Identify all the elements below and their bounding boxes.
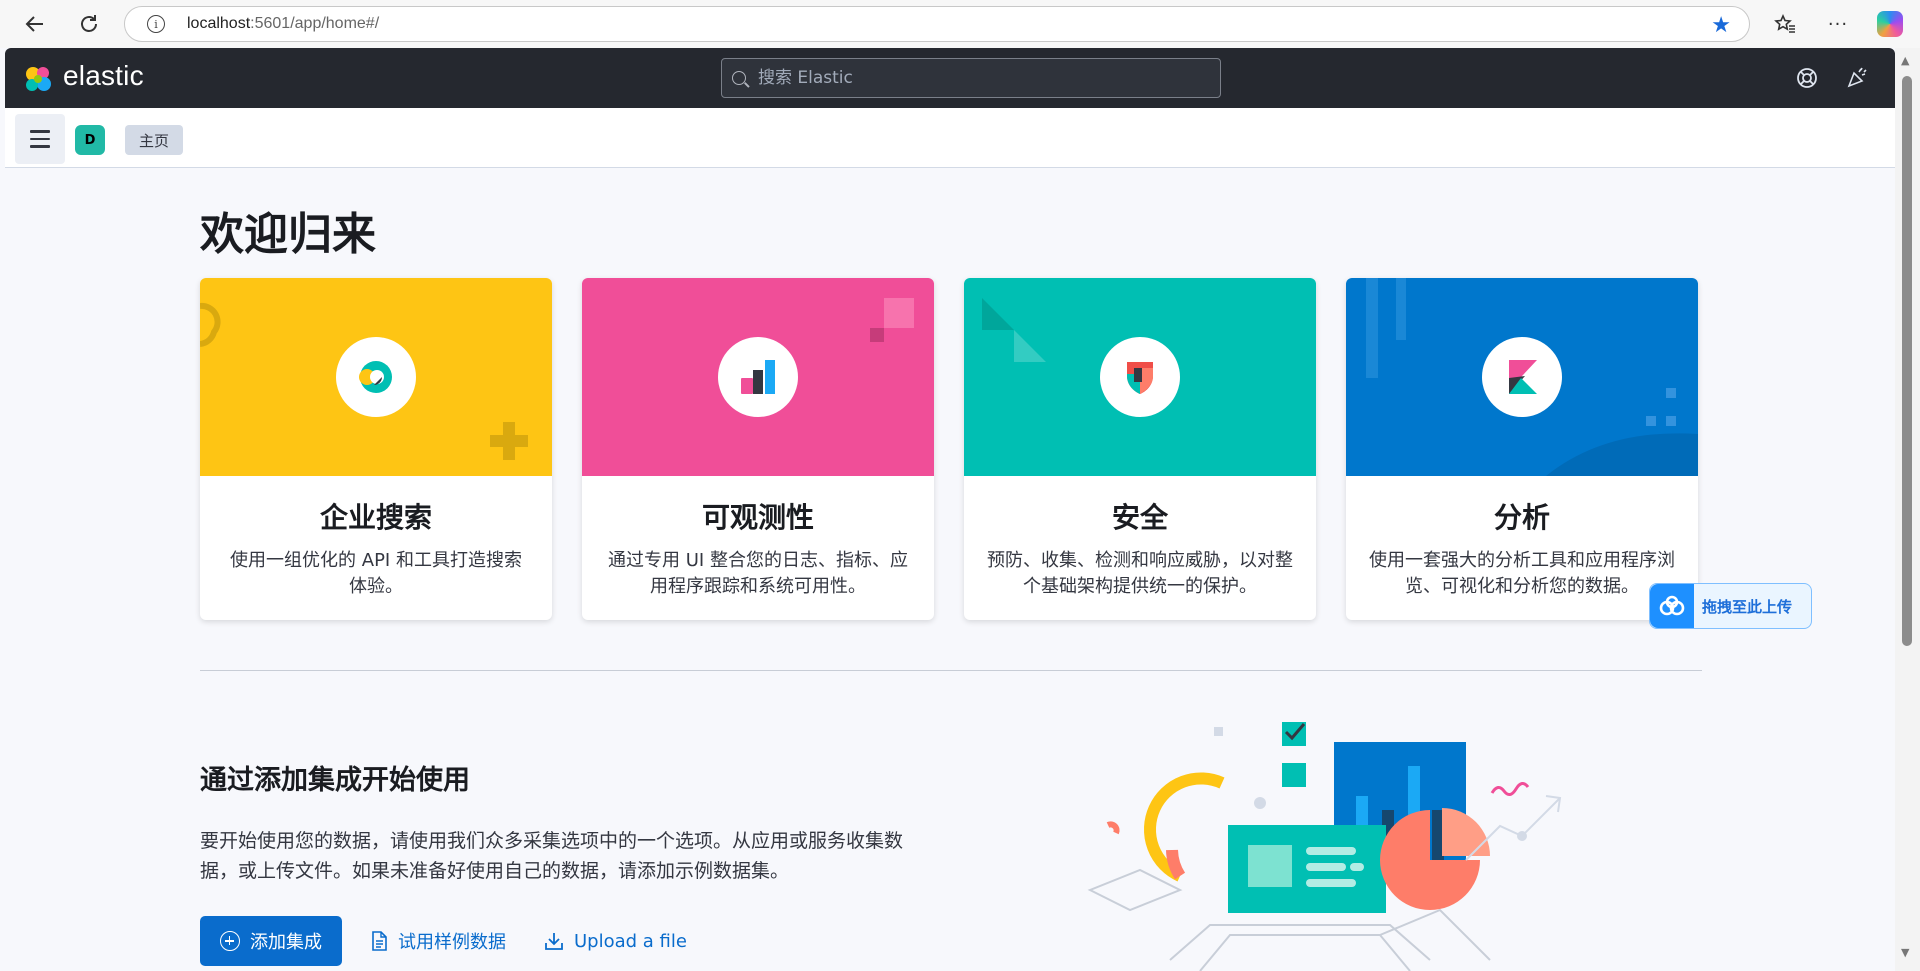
favorite-star-icon[interactable]: ★ (1711, 13, 1731, 38)
elastic-logo-icon[interactable] (23, 64, 53, 94)
solution-card-enterprise-search[interactable]: 企业搜索 使用一组优化的 API 和工具打造搜索体验。 (200, 278, 552, 620)
integrations-illustration (1087, 722, 1562, 971)
section-divider (200, 670, 1702, 671)
try-sample-data-label: 试用样例数据 (398, 932, 506, 953)
solution-card-analytics[interactable]: 分析 使用一套强大的分析工具和应用程序浏览、可视化和分析您的数据。 (1346, 278, 1698, 620)
card-description: 通过专用 UI 整合您的日志、指标、应用程序跟踪和系统可用性。 (608, 550, 908, 597)
card-title: 安全 (1111, 501, 1168, 534)
upload-widget-label: 拖拽至此上传 (1702, 597, 1793, 616)
help-lifebuoy-icon (1797, 68, 1817, 88)
import-icon (545, 933, 563, 950)
cheer-icon (1847, 67, 1867, 88)
add-integrations-label: 添加集成 (250, 932, 322, 953)
integrations-description: 要开始使用您的数据，请使用我们众多采集选项中的一个选项。从应用或服务收集数据，或… (200, 830, 904, 882)
card-description: 使用一组优化的 API 和工具打造搜索体验。 (230, 550, 522, 597)
add-integrations-button[interactable]: 添加集成 (200, 916, 342, 966)
page-title: 欢迎归来 (200, 209, 376, 260)
favorites-list-icon (1774, 14, 1795, 33)
hamburger-line (30, 130, 50, 133)
browser-toolbar: i localhost:5601/app/home#/ ★ ··· (0, 0, 1920, 48)
plus-circle-icon (220, 931, 240, 951)
reload-icon (81, 15, 97, 32)
card-title: 企业搜索 (319, 501, 432, 534)
favorites-button[interactable] (1767, 6, 1803, 42)
url-text: localhost:5601/app/home#/ (187, 15, 379, 33)
breadcrumb-home[interactable]: 主页 (125, 125, 184, 155)
address-bar[interactable]: i localhost:5601/app/home#/ ★ (124, 6, 1750, 42)
security-logo-icon (1127, 362, 1153, 394)
search-input[interactable] (758, 68, 1198, 88)
card-banner (582, 278, 934, 476)
more-menu-button[interactable]: ··· (1820, 6, 1856, 42)
kibana-header: elastic (5, 48, 1895, 108)
upload-drop-widget[interactable]: 拖拽至此上传 (1649, 583, 1812, 629)
card-banner (1346, 278, 1698, 476)
url-host: localhost (187, 15, 251, 32)
hamburger-line (30, 137, 50, 141)
integrations-title: 通过添加集成开始使用 (200, 765, 470, 796)
card-banner (200, 278, 552, 476)
space-avatar[interactable]: D (75, 125, 105, 155)
card-description: 使用一套强大的分析工具和应用程序浏览、可视化和分析您的数据。 (1369, 550, 1675, 597)
copilot-icon (1877, 11, 1903, 37)
solution-card-observability[interactable]: 可观测性 通过专用 UI 整合您的日志、指标、应用程序跟踪和系统可用性。 (582, 278, 934, 620)
try-sample-data-link[interactable]: 试用样例数据 (370, 928, 506, 954)
scroll-down-arrow-icon[interactable]: ▼ (1901, 946, 1909, 959)
help-button[interactable] (1793, 64, 1821, 92)
brand-name[interactable]: elastic (63, 60, 144, 92)
hamburger-line (30, 145, 50, 148)
security-icon (1100, 337, 1180, 417)
analytics-icon (1482, 337, 1562, 417)
news-feed-button[interactable] (1843, 64, 1871, 92)
baidu-cloud-icon (1650, 584, 1694, 628)
observability-icon (718, 337, 798, 417)
copilot-button[interactable] (1872, 6, 1908, 42)
breadcrumb-bar: D 主页 (5, 108, 1895, 168)
card-title: 可观测性 (701, 501, 814, 534)
ellipsis-icon: ··· (1827, 13, 1849, 35)
upload-file-link[interactable]: Upload a file (544, 928, 687, 954)
reload-button[interactable] (71, 6, 107, 42)
card-banner (964, 278, 1316, 476)
kibana-logo-icon (1509, 360, 1537, 394)
observability-logo-icon (741, 360, 775, 394)
card-title: 分析 (1493, 501, 1550, 534)
site-info-icon[interactable]: i (147, 15, 165, 33)
card-description: 预防、收集、检测和响应威胁，以对整个基础架构提供统一的保护。 (987, 550, 1293, 597)
upload-file-label: Upload a file (574, 930, 687, 952)
enterprise-search-icon (336, 337, 416, 417)
global-search[interactable] (721, 58, 1221, 98)
enterprise-search-logo-icon (359, 361, 392, 393)
cloud-rings-icon (1659, 595, 1685, 616)
page-scrollbar[interactable]: ▲ ▼ (1895, 48, 1920, 971)
scroll-up-arrow-icon[interactable]: ▲ (1901, 54, 1909, 67)
solution-card-security[interactable]: 安全 预防、收集、检测和响应威胁，以对整个基础架构提供统一的保护。 (964, 278, 1316, 620)
url-path: :5601/app/home#/ (250, 15, 380, 32)
search-icon (732, 71, 746, 85)
nav-menu-button[interactable] (15, 114, 65, 164)
document-icon (372, 931, 387, 951)
back-button[interactable] (17, 6, 53, 42)
scroll-thumb[interactable] (1902, 76, 1912, 646)
arrow-left-icon (25, 16, 43, 32)
